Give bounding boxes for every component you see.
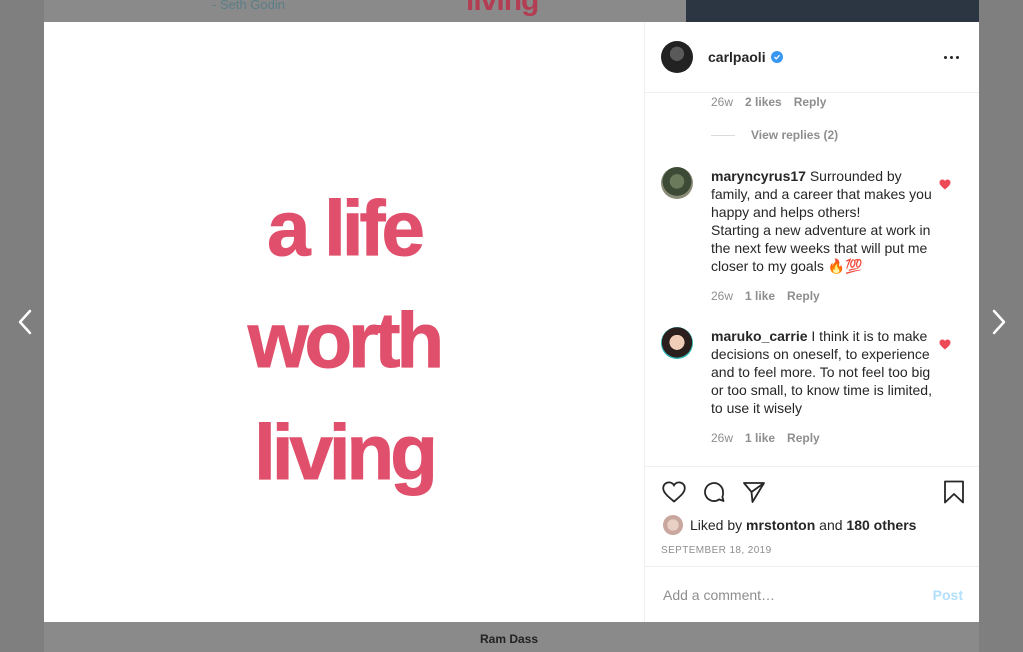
comment-meta: 26w 1 like Reply	[711, 431, 820, 445]
owner-avatar[interactable]	[661, 41, 693, 73]
comment-likes[interactable]: 1 like	[745, 431, 775, 445]
background-quote: - Seth Godin	[212, 0, 285, 12]
comment-likes[interactable]: 1 like	[745, 289, 775, 303]
liker-username[interactable]: mrstonton	[746, 517, 815, 533]
commenter-username[interactable]: maruko_carrie	[711, 328, 808, 344]
liked-by: Liked by mrstonton and 180 others	[663, 515, 916, 535]
view-replies-button[interactable]: View replies (2)	[711, 128, 838, 142]
image-line-3: living	[254, 408, 439, 497]
comment-body: maruko_carrie I think it is to make deci…	[711, 327, 941, 417]
liked-by-prefix: Liked by	[690, 517, 743, 533]
heart-filled-icon[interactable]	[939, 337, 951, 355]
post-actions: Liked by mrstonton and 180 others SEPTEM…	[645, 466, 979, 567]
comment-input[interactable]	[661, 585, 933, 604]
comment-meta: 26w 1 like Reply	[711, 289, 820, 303]
commenter-avatar[interactable]	[661, 167, 693, 199]
comment-form: Post	[645, 566, 979, 622]
view-replies-label: View replies (2)	[751, 128, 839, 142]
chevron-right-icon	[992, 309, 1006, 335]
more-options-icon[interactable]	[940, 52, 963, 63]
verified-badge-icon	[770, 51, 783, 63]
post-header: carlpaoli	[645, 22, 979, 93]
image-line-1: a life	[267, 184, 426, 273]
comment-likes[interactable]: 2 likes	[745, 95, 782, 109]
heart-filled-icon[interactable]	[939, 177, 951, 195]
post-sidebar: carlpaoli 26w 2 likes Reply View replies…	[645, 22, 979, 622]
background-word: living	[466, 0, 539, 17]
post-image-text: a life worth living	[44, 172, 644, 508]
comment-icon[interactable]	[701, 479, 727, 505]
owner-username[interactable]: carlpaoli	[708, 49, 766, 65]
comment-text-continued: Starting a new adventure at work in the …	[711, 222, 931, 274]
share-icon[interactable]	[741, 479, 767, 505]
next-post-button[interactable]	[984, 306, 1014, 338]
bookmark-icon[interactable]	[941, 479, 967, 505]
divider-line	[711, 134, 735, 136]
action-icons	[661, 479, 767, 505]
liker-avatar[interactable]	[663, 515, 683, 535]
liked-by-joiner: and	[819, 517, 843, 533]
comments-list[interactable]: 26w 2 likes Reply View replies (2) maryn…	[645, 94, 979, 466]
previous-post-button[interactable]	[10, 306, 40, 338]
comment-time: 26w	[711, 289, 734, 303]
post-date: SEPTEMBER 18, 2019	[661, 545, 772, 556]
comment-time: 26w	[711, 95, 734, 109]
commenter-avatar[interactable]	[661, 327, 693, 359]
commenter-username[interactable]: maryncyrus17	[711, 168, 806, 184]
background-caption: Ram Dass	[480, 632, 539, 646]
comment-body: maryncyrus17 Surrounded by family, and a…	[711, 167, 941, 275]
reply-button[interactable]: Reply	[787, 289, 820, 303]
previous-comment-meta: 26w 2 likes Reply	[711, 95, 826, 109]
post-modal: a life worth living carlpaoli 26w 2 like…	[44, 22, 979, 622]
post-image: a life worth living	[44, 22, 645, 622]
likes-count[interactable]: 180 others	[846, 517, 916, 533]
reply-button[interactable]: Reply	[794, 95, 827, 109]
chevron-left-icon	[18, 309, 32, 335]
comment-time: 26w	[711, 431, 734, 445]
reply-button[interactable]: Reply	[787, 431, 820, 445]
image-line-2: worth	[247, 296, 444, 385]
heart-icon[interactable]	[661, 479, 687, 505]
post-comment-button[interactable]: Post	[933, 587, 963, 603]
background-tile-dark	[686, 0, 979, 22]
